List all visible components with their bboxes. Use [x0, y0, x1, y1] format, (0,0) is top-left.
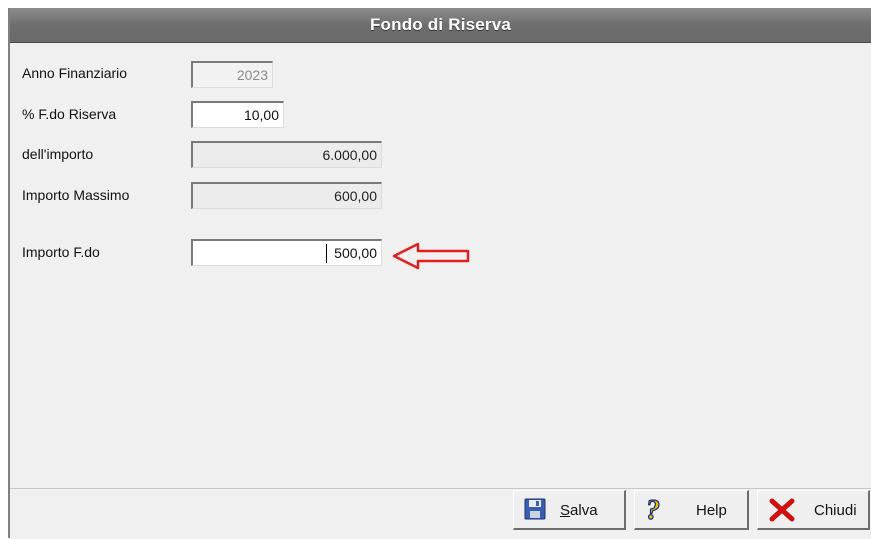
question-mark-icon: ?: [645, 495, 660, 523]
window-titlebar: Fondo di Riserva: [10, 8, 871, 43]
chiudi-button[interactable]: Chiudi: [757, 490, 870, 530]
red-x-icon: [769, 498, 795, 522]
chiudi-label: Chiudi: [814, 502, 857, 519]
text-cursor: [326, 244, 327, 263]
salva-label: Salva: [560, 502, 598, 519]
anno-finanziario-field: 2023: [191, 61, 273, 88]
importo-massimo-label: Importo Massimo: [22, 187, 130, 203]
anno-finanziario-label: Anno Finanziario: [22, 65, 128, 81]
help-label: Help: [696, 502, 727, 519]
importo-fondo-field[interactable]: 500,00: [191, 239, 382, 266]
dell-importo-label: dell'importo: [22, 146, 94, 162]
percentuale-fondo-riserva-field[interactable]: 10,00: [191, 101, 284, 128]
red-arrow-annotation-icon: [392, 242, 470, 270]
percentuale-fondo-riserva-label: % F.do Riserva: [22, 106, 117, 122]
importo-fondo-label: Importo F.do: [22, 244, 100, 260]
help-button[interactable]: ? Help: [634, 490, 749, 530]
dell-importo-field: 6.000,00: [191, 141, 382, 168]
salva-button[interactable]: Salva: [513, 490, 626, 530]
importo-fondo-value: 500,00: [334, 245, 377, 261]
fondo-di-riserva-window: Fondo di Riserva Anno Finanziario 2023 %…: [8, 8, 871, 539]
window-title: Fondo di Riserva: [369, 15, 512, 34]
svg-text:?: ?: [646, 495, 660, 523]
importo-massimo-field: 600,00: [191, 182, 382, 209]
floppy-disk-icon: [524, 498, 546, 520]
